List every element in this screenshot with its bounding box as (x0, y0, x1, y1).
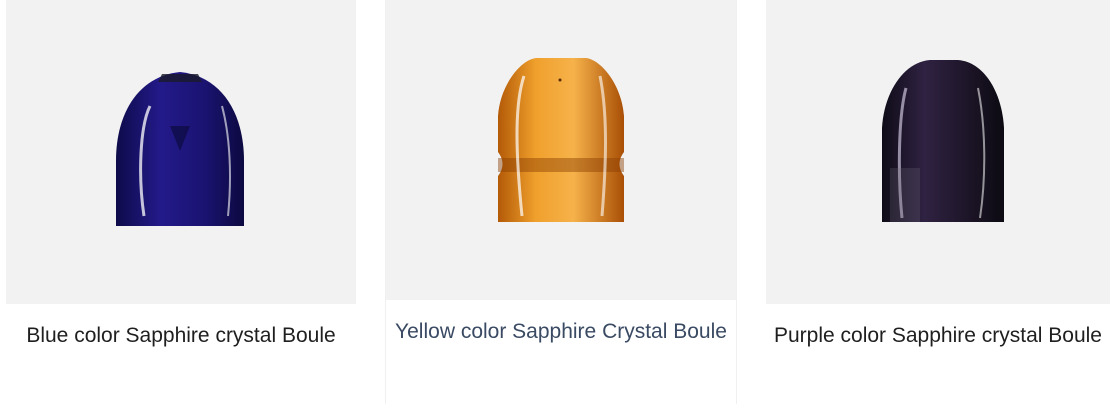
product-title[interactable]: Purple color Sapphire crystal Boule (766, 319, 1110, 352)
product-grid: Blue color Sapphire crystal Boule Yellow… (0, 0, 1110, 404)
product-image-frame[interactable] (386, 0, 736, 300)
purple-sapphire-boule-image[interactable] (880, 58, 1006, 222)
product-card-purple[interactable]: Purple color Sapphire crystal Boule (766, 0, 1110, 404)
blue-sapphire-boule-image[interactable] (110, 66, 250, 226)
product-image-frame[interactable] (766, 0, 1110, 304)
product-title[interactable]: Yellow color Sapphire Crystal Boule (386, 315, 736, 348)
product-image-frame[interactable] (6, 0, 356, 304)
product-title[interactable]: Blue color Sapphire crystal Boule (6, 319, 356, 352)
product-card-yellow[interactable]: Yellow color Sapphire Crystal Boule (386, 0, 736, 404)
product-card-blue[interactable]: Blue color Sapphire crystal Boule (6, 0, 356, 404)
yellow-sapphire-boule-image[interactable] (496, 56, 626, 222)
